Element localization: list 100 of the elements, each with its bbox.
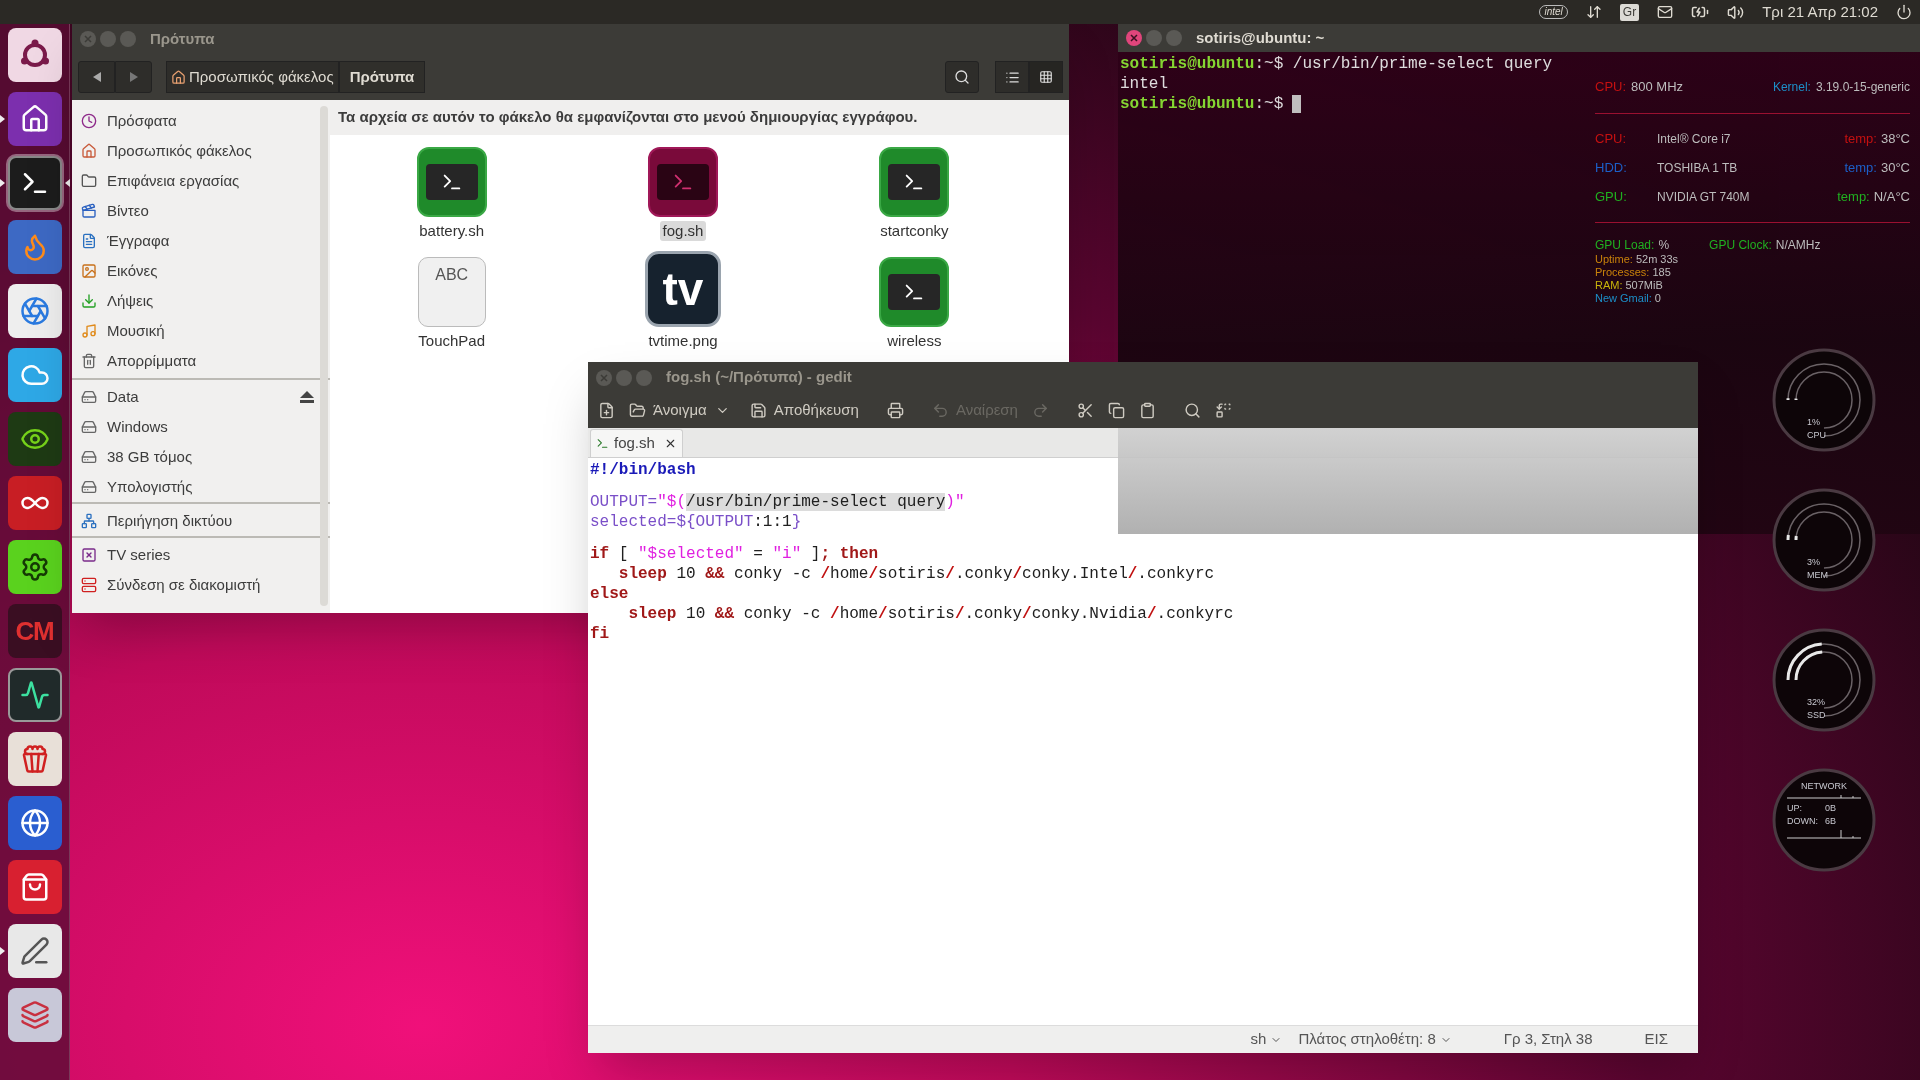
window-title: sotiris@ubuntu: ~ [1196, 27, 1325, 48]
forward-button[interactable] [115, 61, 152, 93]
code-line: #!/bin/bash [590, 460, 696, 480]
sidebar-item[interactable]: Βίντεο [72, 196, 330, 226]
sidebar-item[interactable]: Λήψεις [72, 286, 330, 316]
sidebar-item[interactable]: Υπολογιστής [72, 472, 330, 502]
mail-icon[interactable] [1657, 4, 1674, 20]
sidebar-item[interactable]: TV series [72, 540, 330, 570]
image-icon [81, 263, 97, 279]
network-icon[interactable] [1585, 4, 1602, 20]
sidebar-item[interactable]: Μουσική [72, 316, 330, 346]
terminal-line: intel [1120, 74, 1168, 94]
drive-icon [81, 449, 97, 465]
breadcrumb-button[interactable]: Προσωπικός φάκελος [166, 61, 339, 93]
scissors-icon [1076, 402, 1094, 419]
sidebar-item[interactable]: Πρόσφατα [72, 106, 330, 136]
toolbar-button[interactable] [1076, 402, 1094, 419]
terminal-line: sotiris@ubuntu:~$ /usr/bin/prime-select query [1120, 54, 1553, 74]
script-file-icon [879, 147, 950, 217]
list-view-button[interactable] [995, 61, 1029, 93]
launcher-button[interactable] [7, 284, 62, 338]
conky-value: 30°C [1880, 161, 1910, 175]
document-tab[interactable]: fog.sh [590, 429, 683, 457]
grid-view-button[interactable] [1029, 61, 1063, 93]
sidebar-item[interactable]: Windows [72, 412, 330, 442]
sidebar-item[interactable]: Επιφάνεια εργασίας [72, 166, 330, 196]
sidebar-item[interactable]: Εικόνες [72, 256, 330, 286]
launcher-button[interactable] [7, 988, 62, 1042]
forward-arrow-icon [127, 71, 140, 83]
pulse-icon [19, 680, 50, 710]
network-label: UP: [1787, 803, 1803, 813]
close-icon [600, 373, 608, 382]
search-button[interactable] [945, 61, 979, 93]
toolbar-button[interactable] [1107, 402, 1125, 419]
launcher-button[interactable] [7, 348, 62, 402]
sidebar-item[interactable]: Έγγραφα [72, 226, 330, 256]
icon-text: tv [662, 264, 704, 314]
trash-icon [81, 353, 97, 369]
gauge-label: MEM [1807, 570, 1828, 580]
launcher-button[interactable] [7, 92, 62, 146]
gauge-reading: 32% [1807, 697, 1825, 707]
undo-icon [931, 402, 949, 419]
new-document-icon [598, 402, 615, 419]
status-dropdown[interactable]: Πλάτος στηλοθέτη: 8 [1298, 1028, 1452, 1051]
file-name: wireless [886, 331, 943, 351]
keyboard-layout-indicator[interactable]: Gr [1619, 3, 1640, 21]
conky-value: 52m 33s [1635, 252, 1679, 265]
launcher-button[interactable] [7, 796, 62, 850]
toolbar-button[interactable] [1183, 402, 1201, 419]
power-icon[interactable] [1896, 4, 1912, 20]
volume-icon[interactable] [1727, 3, 1745, 21]
network-value: 0B [1825, 803, 1836, 813]
launcher-button[interactable] [7, 412, 62, 466]
launcher-button[interactable] [7, 540, 62, 594]
script-file-icon [879, 257, 950, 327]
file-name: tvtime.png [647, 331, 719, 351]
close-icon [84, 35, 92, 43]
sidebar-item[interactable]: Προσωπικός φάκελος [72, 136, 330, 166]
gauge-reading: 3% [1807, 557, 1820, 567]
launcher-button[interactable] [7, 28, 62, 82]
gauge-label: CPU [1807, 430, 1826, 440]
back-button[interactable] [78, 61, 115, 93]
clock[interactable]: Τρι 21 Απρ 21:02 [1762, 0, 1878, 24]
conky-label: GPU Load: [1595, 238, 1655, 252]
toolbar-button[interactable] [1214, 402, 1232, 419]
launcher-button[interactable] [7, 732, 62, 786]
launcher-button[interactable] [7, 668, 62, 722]
save-icon [749, 402, 767, 419]
status-dropdown[interactable]: sh [1250, 1028, 1283, 1051]
launcher-button[interactable]: CM [7, 604, 62, 658]
code-line: sleep 10 && conky -c /home/sotiris/.conky/conky.Intel/.conkyrc [617, 564, 1215, 584]
toolbar-button[interactable] [598, 402, 615, 419]
conky-label: GPU Clock: [1709, 238, 1772, 252]
window-title: fog.sh (~/Πρότυπα) - gedit [666, 367, 852, 388]
launcher-button[interactable] [7, 156, 62, 210]
breadcrumb-button[interactable]: Πρότυπα [338, 61, 426, 93]
gear-icon [19, 552, 50, 582]
sidebar-item[interactable]: Σύνδεση σε διακομιστή [72, 570, 330, 600]
pen-icon [19, 936, 50, 966]
launcher-button[interactable] [7, 860, 62, 914]
sidebar-item[interactable]: 38 GB τόμος [72, 442, 330, 472]
toolbar-button[interactable] [1138, 402, 1156, 419]
toolbar-button[interactable]: Αποθήκευση [749, 399, 859, 422]
launcher-button[interactable] [7, 476, 62, 530]
sidebar-item[interactable]: Απορρίμματα [72, 346, 330, 376]
launcher-button[interactable] [7, 924, 62, 978]
printer-icon [886, 402, 904, 419]
clapperboard-icon [81, 203, 97, 219]
conky-label: New Gmail: [1595, 291, 1652, 304]
conky-label: Kernel: [1772, 80, 1811, 94]
gauge-label: SSD [1807, 710, 1826, 720]
sidebar-item[interactable]: Περιήγηση δικτύου [72, 506, 330, 536]
conky-label: temp: [1844, 161, 1877, 175]
toolbar-button[interactable] [886, 402, 904, 419]
sidebar-item[interactable]: Data [72, 382, 330, 412]
list-icon [1004, 69, 1020, 85]
conky-value: 3.19.0-15-generic [1815, 80, 1910, 94]
close-button[interactable] [1126, 30, 1142, 46]
toolbar-button[interactable]: Άνοιγμα [629, 399, 707, 422]
conky-label: CPU: [1595, 80, 1627, 94]
